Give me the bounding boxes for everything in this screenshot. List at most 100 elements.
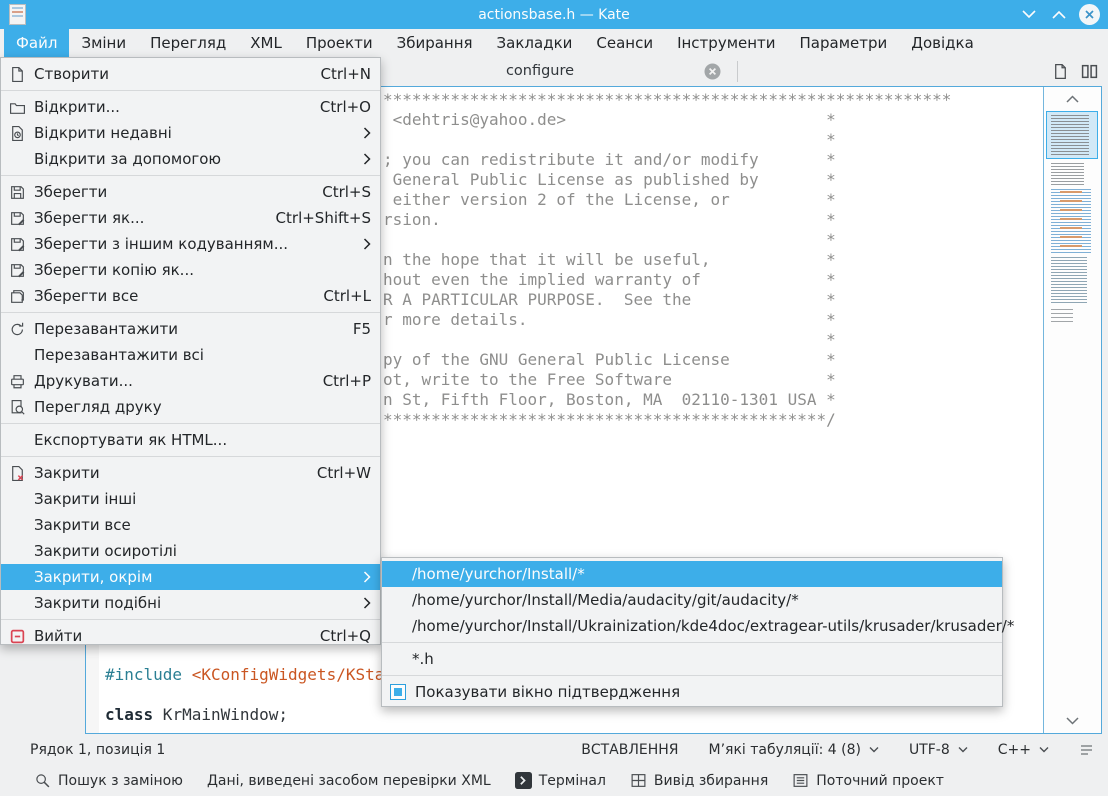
toolview-button-xml-check-output[interactable]: Дані, виведені засобом перевірки XML [207, 773, 491, 789]
menubar-item-help[interactable]: Довідка [899, 29, 986, 57]
scroll-down-icon[interactable] [1044, 717, 1101, 725]
insert-mode-button[interactable]: ВСТАВЛЕННЯ [581, 742, 678, 758]
menubar-item-view[interactable]: Перегляд [138, 29, 238, 57]
titlebar[interactable]: actionsbase.h — Kate [0, 0, 1108, 29]
menu-item-shortcut: Ctrl+P [323, 372, 371, 390]
menu-item-new[interactable]: СтворитиCtrl+N [1, 61, 380, 87]
menu-item-reload-all[interactable]: Перезавантажити всі [1, 342, 380, 368]
submenu-item-pattern-h[interactable]: *.h [382, 646, 1002, 672]
menu-item-label: Зберегти з іншим кодуванням... [34, 235, 349, 253]
menu-item-label: Експортувати як HTML... [34, 431, 371, 449]
menu-item-close-except[interactable]: Закрити, окрім [1, 564, 380, 590]
menu-item-close-other[interactable]: Закрити інші [1, 486, 380, 512]
menubar-item-sessions[interactable]: Сеанси [584, 29, 665, 57]
toolview-button-build-output[interactable]: Вивід збирання [630, 772, 768, 789]
submenu-item-confirm-toggle[interactable]: Показувати вікно підтвердження [382, 679, 1002, 705]
split-view-icon[interactable] [1081, 63, 1098, 80]
menubar-item-edit[interactable]: Зміни [69, 29, 138, 57]
menu-item-label: Відкрити недавні [34, 124, 349, 142]
menu-item-open-with[interactable]: Відкрити за допомогою [1, 146, 380, 172]
menubar-item-label: Параметри [800, 34, 888, 52]
menu-item-print-preview[interactable]: Перегляд друку [1, 394, 380, 420]
toolview-button-label: Пошук з заміною [58, 773, 183, 789]
encoding-dropdown[interactable]: UTF-8 [909, 742, 968, 758]
menu-item-export-html[interactable]: Експортувати як HTML... [1, 427, 380, 453]
save-all-icon [9, 288, 26, 305]
menu-item-save-copy-as[interactable]: Зберегти копію як... [1, 257, 380, 283]
tab-configure[interactable]: configure [420, 57, 660, 86]
menubar-item-file[interactable]: Файл [4, 29, 69, 57]
menu-item-open-recent[interactable]: Відкрити недавні [1, 120, 380, 146]
menu-item-shortcut: Ctrl+N [321, 65, 371, 83]
menu-item-reload[interactable]: ПерезавантажитиF5 [1, 316, 380, 342]
menu-item-label: Зберегти копію як... [34, 261, 371, 279]
menu-item-open[interactable]: Відкрити...Ctrl+O [1, 94, 380, 120]
menu-item-save-all[interactable]: Зберегти всеCtrl+L [1, 283, 380, 309]
toolview-button-search-replace[interactable]: Пошук з заміною [34, 772, 183, 789]
menu-separator [1, 456, 380, 457]
tab-close-icon[interactable] [704, 63, 721, 80]
minimap-scrollbar[interactable] [1043, 87, 1101, 733]
menubar-item-bookmarks[interactable]: Закладки [485, 29, 585, 57]
menu-item-label: Перезавантажити [34, 320, 333, 338]
menu-item-close-all[interactable]: Закрити все [1, 512, 380, 538]
menu-separator [1, 423, 380, 424]
tab-mode-dropdown[interactable]: М’які табуляції: 4 (8) [709, 742, 879, 758]
language-dropdown[interactable]: C++ [998, 742, 1049, 758]
submenu-item-label: /home/yurchor/Install/Media/audacity/git… [412, 591, 799, 609]
cursor-position[interactable]: Рядок 1, позиція 1 [30, 742, 165, 758]
close-doc-icon [9, 465, 26, 482]
new-document-icon[interactable] [1052, 63, 1069, 80]
editor-code: #include <KConfigWidgets/KStanda class K… [105, 665, 413, 725]
menubar-item-label: Інструменти [677, 34, 775, 52]
menubar-item-projects[interactable]: Проекти [294, 29, 385, 57]
menu-item-label: Зберегти як... [34, 209, 256, 227]
menu-item-label: Зберегти [34, 183, 302, 201]
toolview-button-label: Вивід збирання [654, 773, 768, 789]
minimap-text-block [1051, 309, 1073, 323]
menubar-item-xml[interactable]: XML [238, 29, 294, 57]
scroll-up-icon[interactable] [1044, 95, 1101, 103]
submenu-item-path-audacity[interactable]: /home/yurchor/Install/Media/audacity/git… [382, 587, 1002, 613]
close-icon[interactable] [1079, 4, 1100, 25]
menu-separator [1, 90, 380, 91]
tab-divider [737, 61, 738, 82]
menu-item-save[interactable]: ЗберегтиCtrl+S [1, 179, 380, 205]
chevron-right-icon [363, 238, 371, 250]
chevron-down-icon [1039, 746, 1049, 753]
menubar-item-label: Збирання [397, 34, 473, 52]
menu-item-close-like[interactable]: Закрити подібні [1, 590, 380, 616]
menu-item-shortcut: Ctrl+L [323, 287, 371, 305]
minimap-code-block [1051, 257, 1087, 303]
submenu-item-path-install[interactable]: /home/yurchor/Install/* [382, 561, 1002, 587]
menu-item-label: Закрити осиротілі [34, 542, 371, 560]
menu-item-close-orphaned[interactable]: Закрити осиротілі [1, 538, 380, 564]
menu-item-label: Відкрити за допомогою [34, 150, 349, 168]
menu-item-quit[interactable]: ВийтиCtrl+Q [1, 623, 380, 649]
minimap-viewport[interactable] [1046, 111, 1098, 159]
menubar-item-tools[interactable]: Інструменти [665, 29, 787, 57]
icon-spacer [9, 517, 26, 534]
menu-item-close[interactable]: ЗакритиCtrl+W [1, 460, 380, 486]
submenu-item-path-krusader[interactable]: /home/yurchor/Install/Ukrainization/kde4… [382, 613, 1002, 639]
line-settings-icon[interactable] [1079, 743, 1094, 757]
menubar-item-settings[interactable]: Параметри [788, 29, 900, 57]
icon-spacer [9, 491, 26, 508]
submenu-item-label: /home/yurchor/Install/Ukrainization/kde4… [412, 617, 1014, 635]
menu-item-label: Відкрити... [34, 98, 300, 116]
maximize-icon[interactable] [1049, 5, 1069, 25]
open-recent-icon [9, 125, 26, 142]
menu-item-print[interactable]: Друкувати...Ctrl+P [1, 368, 380, 394]
minimize-icon[interactable] [1019, 5, 1039, 25]
checkbox-checked-icon[interactable] [390, 684, 406, 700]
icon-spacer [9, 543, 26, 560]
class-name: KrMainWindow; [153, 705, 288, 724]
toolview-button-current-project[interactable]: Поточний проект [792, 772, 944, 789]
icon-spacer [9, 347, 26, 364]
toolview-button-terminal[interactable]: Термінал [515, 772, 606, 789]
menu-item-save-as[interactable]: Зберегти як...Ctrl+Shift+S [1, 205, 380, 231]
menubar-item-build[interactable]: Збирання [385, 29, 485, 57]
menu-item-save-with-encoding[interactable]: Зберегти з іншим кодуванням... [1, 231, 380, 257]
submenu-item-label: /home/yurchor/Install/* [412, 565, 585, 583]
kate-window: actionsbase.h — Kate ФайлЗміниПереглядXM… [0, 0, 1108, 796]
